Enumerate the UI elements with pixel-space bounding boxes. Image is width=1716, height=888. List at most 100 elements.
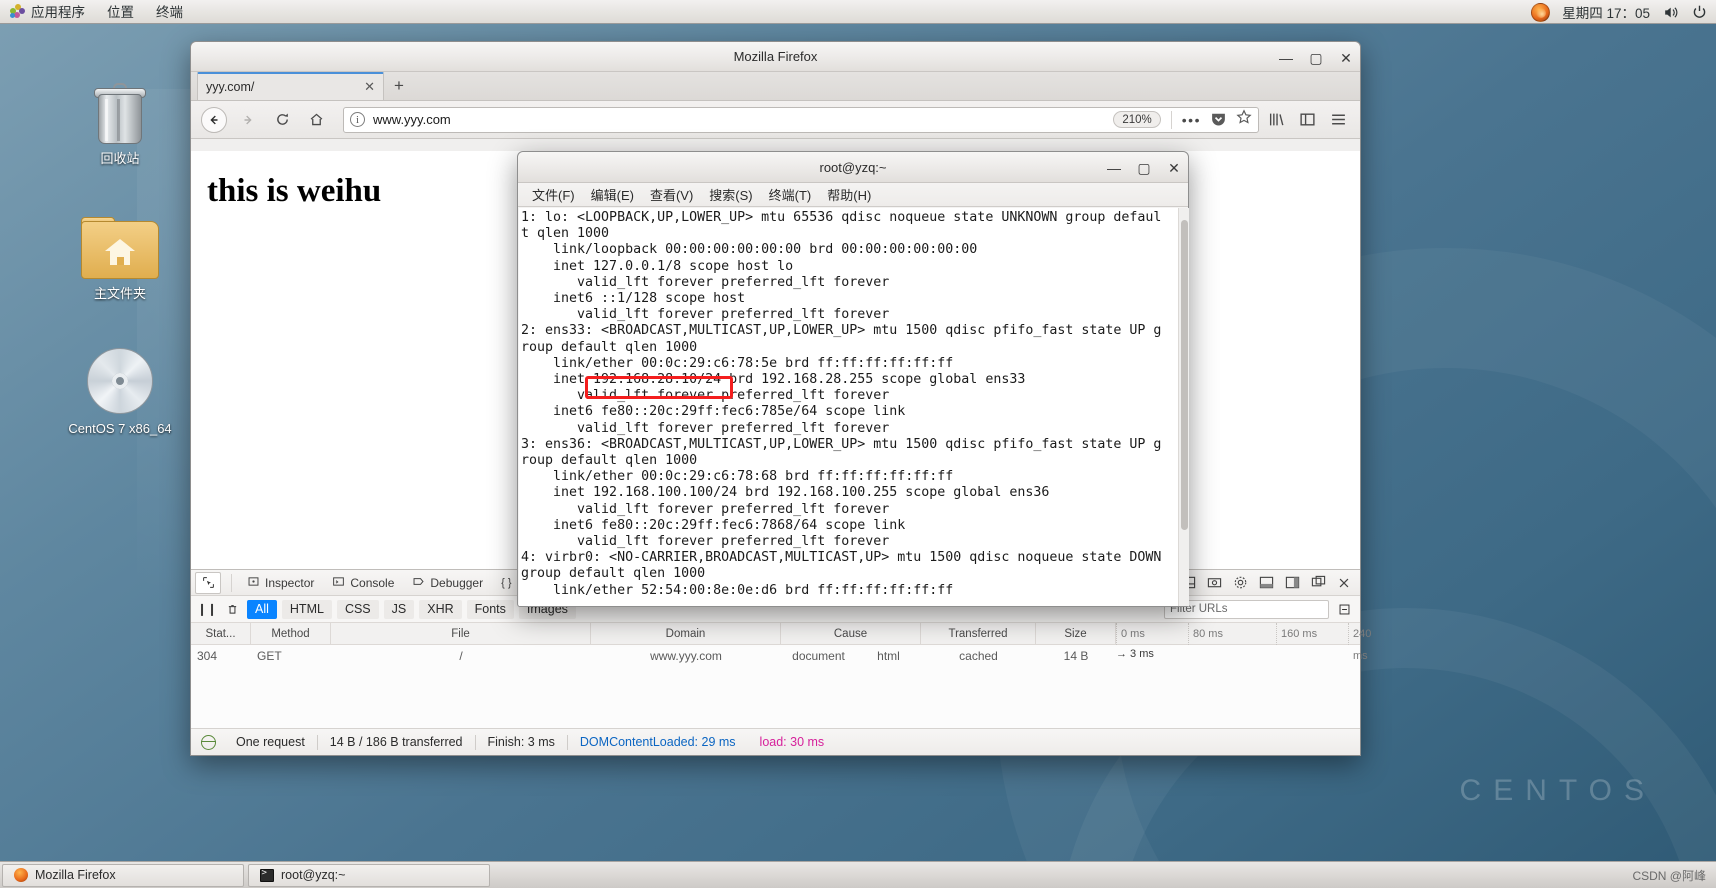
task-firefox-label: Mozilla Firefox: [35, 868, 116, 882]
menu-edit[interactable]: 编辑(E): [583, 185, 642, 204]
terminal-body[interactable]: 1: lo: <LOOPBACK,UP,LOWER_UP> mtu 65536 …: [519, 208, 1189, 606]
column-status[interactable]: Stat...: [191, 622, 251, 645]
gnome-logo-icon: [10, 3, 25, 19]
timeline-tick-80: 80 ms: [1188, 622, 1223, 645]
terminal-menubar: 文件(F) 编辑(E) 查看(V) 搜索(S) 终端(T) 帮助(H): [518, 183, 1188, 207]
separate-window-icon[interactable]: [1310, 575, 1326, 591]
desktop-icon-centos-media-label: CentOS 7 x86_64: [68, 421, 172, 436]
dock-bottom-icon[interactable]: [1258, 575, 1274, 591]
column-transferred[interactable]: Transferred: [921, 622, 1036, 645]
column-domain[interactable]: Domain: [591, 622, 781, 645]
element-picker-icon[interactable]: [195, 571, 221, 594]
maximize-button[interactable]: ▢: [1136, 160, 1152, 176]
column-cause[interactable]: Cause: [781, 622, 921, 645]
screenshot-icon[interactable]: [1206, 575, 1222, 591]
ellipsis-icon[interactable]: •••: [1182, 112, 1201, 128]
close-button[interactable]: ✕: [1166, 160, 1182, 176]
menu-help[interactable]: 帮助(H): [819, 185, 879, 204]
firefox-window-title: Mozilla Firefox: [733, 49, 818, 64]
timeline-tick-0: 0 ms: [1116, 622, 1145, 645]
hamburger-menu-icon[interactable]: [1329, 110, 1348, 129]
star-icon[interactable]: [1236, 109, 1252, 130]
filter-chip-xhr[interactable]: XHR: [419, 599, 462, 619]
reload-button[interactable]: [269, 107, 295, 133]
terminal-icon: [259, 868, 274, 883]
column-method[interactable]: Method: [251, 622, 331, 645]
settings-icon[interactable]: [1232, 575, 1248, 591]
menu-places[interactable]: 位置: [97, 0, 146, 24]
clock[interactable]: 星期四 17：05: [1562, 2, 1650, 22]
persist-logs-icon[interactable]: [1334, 599, 1354, 619]
minimize-button[interactable]: —: [1106, 160, 1122, 176]
row-timing: → 3 ms: [1116, 648, 1154, 660]
menu-file[interactable]: 文件(F): [524, 185, 583, 204]
sidebar-icon[interactable]: [1298, 110, 1317, 129]
pocket-icon[interactable]: [1210, 111, 1227, 128]
forward-button: [235, 107, 261, 133]
timeline-tick-160: 160 ms: [1276, 622, 1317, 645]
urlbar[interactable]: i www.yyy.com 210% •••: [343, 106, 1259, 133]
terminal-titlebar: root@yzq:~ — ▢ ✕: [518, 152, 1188, 183]
desktop-icon-home-folder-label: 主文件夹: [93, 286, 146, 301]
tab-close-icon[interactable]: ✕: [364, 79, 375, 95]
power-icon[interactable]: [1691, 4, 1708, 21]
menu-search[interactable]: 搜索(S): [701, 185, 760, 204]
menu-places-label: 位置: [107, 5, 134, 20]
filter-chip-js[interactable]: JS: [383, 599, 415, 619]
firefox-tray-icon[interactable]: [1531, 2, 1551, 22]
inspector-icon: [247, 575, 260, 591]
task-firefox[interactable]: Mozilla Firefox: [2, 863, 244, 887]
terminal-scrollbar[interactable]: [1178, 208, 1189, 606]
new-tab-button[interactable]: +: [384, 72, 414, 100]
load-time: load: 30 ms: [759, 735, 825, 749]
tab-yyy-label: yyy.com/: [206, 80, 255, 94]
column-file[interactable]: File: [331, 622, 591, 645]
minimize-button[interactable]: —: [1278, 50, 1294, 66]
close-icon[interactable]: [1336, 575, 1352, 591]
firefox-navbar: i www.yyy.com 210% •••: [191, 101, 1360, 139]
filter-chip-css[interactable]: CSS: [336, 599, 379, 619]
tab-console[interactable]: Console: [323, 570, 403, 596]
urlbar-value: www.yyy.com: [373, 112, 451, 127]
scrollbar-thumb[interactable]: [1181, 220, 1188, 530]
menu-terminal[interactable]: 终端: [146, 0, 195, 24]
desktop-icon-home-folder[interactable]: 主文件夹: [68, 205, 172, 302]
dock-side-icon[interactable]: [1284, 575, 1300, 591]
network-table-header: Stat... Method File Domain Cause Transfe…: [191, 622, 1371, 662]
urlbar-divider: [1170, 110, 1172, 129]
tab-debugger[interactable]: Debugger: [403, 570, 492, 596]
tab-debugger-label: Debugger: [430, 575, 484, 590]
close-button[interactable]: ✕: [1338, 50, 1354, 66]
home-button[interactable]: [303, 107, 329, 133]
menu-terminal[interactable]: 终端(T): [761, 185, 820, 204]
library-icon[interactable]: [1267, 110, 1286, 129]
desktop-icon-centos-media[interactable]: CentOS 7 x86_64: [68, 340, 172, 437]
tab-inspector[interactable]: Inspector: [238, 570, 323, 596]
column-size[interactable]: Size: [1036, 622, 1116, 645]
row-file: /: [459, 649, 463, 663]
task-terminal-label: root@yzq:~: [281, 868, 346, 882]
debugger-icon: [412, 575, 425, 591]
info-icon[interactable]: i: [350, 112, 365, 127]
timeline-tick-240: 240 ms: [1348, 622, 1371, 662]
zoom-level-badge[interactable]: 210%: [1113, 111, 1161, 128]
desktop-icon-trash[interactable]: 回收站: [68, 70, 172, 167]
task-terminal[interactable]: root@yzq:~: [248, 863, 490, 887]
trash-icon: [68, 70, 172, 144]
maximize-button[interactable]: ▢: [1308, 50, 1324, 66]
pause-icon[interactable]: ❙❙: [197, 599, 217, 619]
table-row[interactable]: 304 GET / www.yyy.com document html cach…: [191, 645, 1360, 667]
menu-applications[interactable]: 应用程序: [0, 0, 97, 24]
row-transferred: cached: [959, 649, 998, 663]
desktop-icon-trash-label: 回收站: [100, 151, 140, 166]
filter-chip-html[interactable]: HTML: [281, 599, 332, 619]
filter-chip-all[interactable]: All: [247, 599, 277, 619]
filter-chip-fonts[interactable]: Fonts: [466, 599, 514, 619]
taskbar-right: CSDN @阿峰: [1632, 867, 1706, 884]
speaker-icon[interactable]: [1662, 4, 1679, 21]
tab-yyy[interactable]: yyy.com/ ✕: [197, 72, 384, 100]
devtools-statusbar: One request 14 B / 186 B transferred Fin…: [191, 728, 1360, 755]
back-button[interactable]: [201, 106, 227, 133]
menu-view[interactable]: 查看(V): [642, 185, 701, 204]
trash-icon[interactable]: [222, 599, 242, 619]
